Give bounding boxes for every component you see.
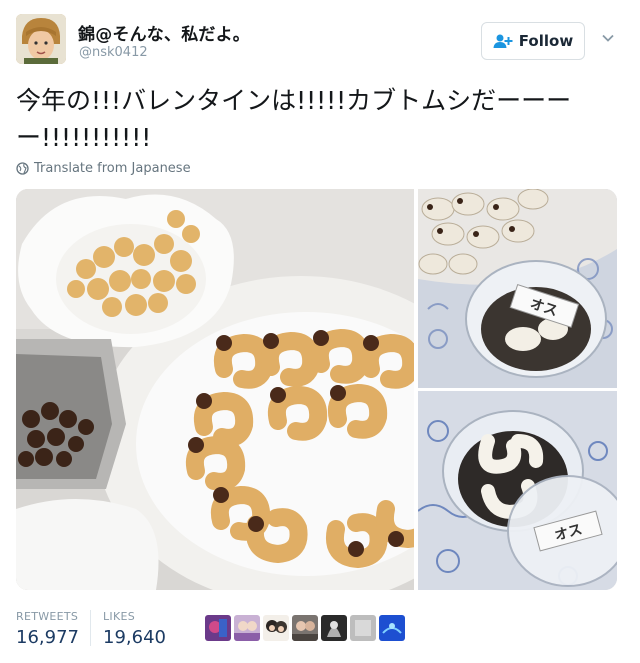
likes-label: LIKES (103, 610, 136, 623)
avatar[interactable] (16, 14, 66, 64)
retweets-count: 16,977 (16, 627, 79, 648)
globe-icon (16, 162, 29, 175)
tweet-text: 今年の!!!バレンタインは!!!!!カブトムシだーーーー!!!!!!!!!!! (16, 86, 572, 152)
translate-label: Translate from Japanese (34, 161, 191, 176)
liker-avatar[interactable] (379, 615, 405, 641)
liker-avatar[interactable] (350, 615, 376, 641)
follow-label: Follow (518, 32, 574, 50)
photo-top-right[interactable]: オス (418, 189, 617, 388)
likes-stat[interactable]: LIKES 19,640 (103, 610, 166, 648)
display-name[interactable]: 錦@そんな、私だよ。 (78, 20, 250, 45)
photo-bottom-right[interactable]: オス (418, 391, 617, 590)
liker-avatar[interactable] (234, 615, 260, 641)
retweets-label: RETWEETS (16, 610, 79, 623)
retweets-stat[interactable]: RETWEETS 16,977 (16, 610, 79, 648)
liker-avatar[interactable] (263, 615, 289, 641)
add-user-icon (493, 34, 513, 48)
translate-link[interactable]: Translate from Japanese (16, 161, 191, 176)
liker-avatar[interactable] (292, 615, 318, 641)
stat-divider (90, 610, 91, 646)
liker-avatars (205, 615, 405, 641)
photo-main[interactable] (16, 189, 414, 590)
follow-button[interactable]: Follow (481, 22, 585, 60)
liker-avatar[interactable] (321, 615, 347, 641)
chevron-down-icon[interactable] (600, 30, 616, 46)
user-handle[interactable]: @nsk0412 (79, 45, 148, 60)
likes-count: 19,640 (103, 627, 166, 648)
liker-avatar[interactable] (205, 615, 231, 641)
